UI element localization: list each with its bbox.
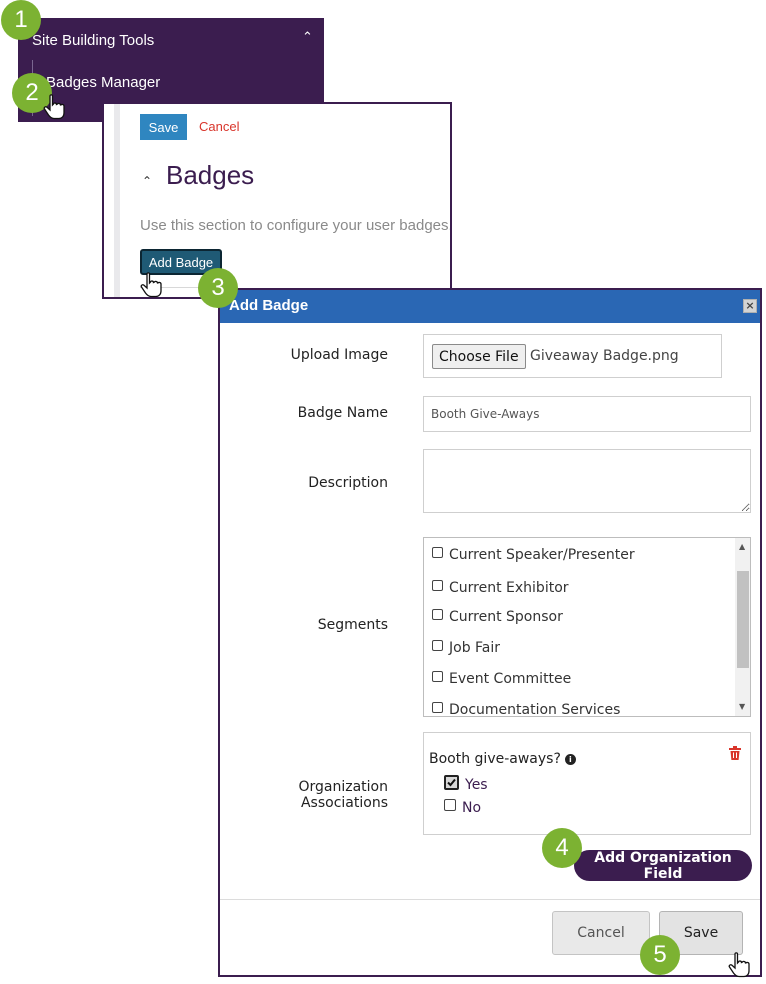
selected-file-name: Giveaway Badge.png xyxy=(530,348,679,364)
question-text: Booth give-aways? xyxy=(429,751,561,767)
scrollbar-thumb[interactable] xyxy=(737,571,749,668)
checkbox-checked[interactable] xyxy=(444,775,459,790)
add-badge-modal: Add Badge × Upload Image Choose File Giv… xyxy=(218,288,762,977)
segment-label: Documentation Services xyxy=(449,702,621,717)
segment-option[interactable]: Current Exhibitor xyxy=(432,580,569,596)
segment-option[interactable]: Current Speaker/Presenter xyxy=(432,547,635,563)
segment-label: Current Exhibitor xyxy=(449,580,569,596)
checkbox[interactable] xyxy=(432,580,443,591)
close-icon[interactable]: × xyxy=(743,299,757,313)
option-no[interactable]: No xyxy=(444,799,481,816)
cancel-button[interactable]: Cancel xyxy=(552,911,650,955)
step-marker-5: 5 xyxy=(640,935,680,975)
menu-item-badges-manager[interactable]: Badges Manager xyxy=(46,74,160,91)
checkbox[interactable] xyxy=(432,671,443,682)
segment-option[interactable]: Job Fair xyxy=(432,640,500,656)
chevron-up-icon[interactable]: ⌃ xyxy=(302,30,313,45)
label-line: Associations xyxy=(300,795,388,811)
step-marker-4: 4 xyxy=(542,828,582,868)
section-title: Badges xyxy=(166,160,255,190)
upload-image-label: Upload Image xyxy=(290,347,388,363)
segment-option[interactable]: Documentation Services xyxy=(432,702,621,717)
badge-name-label: Badge Name xyxy=(297,405,388,421)
checkbox[interactable] xyxy=(444,799,456,811)
hand-cursor-icon xyxy=(43,94,65,120)
checkbox[interactable] xyxy=(432,640,443,651)
organization-field-card: Booth give-aways? i Yes No xyxy=(423,732,751,835)
org-field-question: Booth give-aways? i xyxy=(429,751,576,767)
segments-scrollbar[interactable]: ▲ ▼ xyxy=(735,538,750,716)
menu-title-site-building-tools[interactable]: Site Building Tools xyxy=(32,32,154,49)
option-yes[interactable]: Yes xyxy=(444,775,488,793)
organization-associations-label: Organization Associations xyxy=(298,779,388,811)
cancel-link[interactable]: Cancel xyxy=(199,119,239,134)
trash-icon[interactable] xyxy=(729,746,741,760)
option-label: Yes xyxy=(465,777,488,793)
footer-divider xyxy=(220,899,760,900)
add-organization-field-button[interactable]: Add Organization Field xyxy=(574,850,752,882)
section-description: Use this section to configure your user … xyxy=(140,217,452,234)
segment-label: Event Committee xyxy=(449,671,572,687)
segment-label: Current Speaker/Presenter xyxy=(449,547,635,563)
info-icon[interactable]: i xyxy=(564,754,576,765)
segment-option[interactable]: Event Committee xyxy=(432,671,571,687)
scroll-down-arrow-icon[interactable]: ▼ xyxy=(739,702,745,711)
segment-option[interactable]: Current Sponsor xyxy=(432,609,563,625)
label-line: Organization xyxy=(298,779,388,795)
checkbox[interactable] xyxy=(432,702,443,713)
collapse-caret-icon[interactable]: ⌃ xyxy=(142,174,152,188)
modal-title: Add Badge xyxy=(229,297,309,314)
hand-cursor-icon xyxy=(140,272,162,298)
description-textarea[interactable] xyxy=(423,449,751,513)
section-side-bar xyxy=(114,104,120,297)
file-upload-field: Choose File Giveaway Badge.png xyxy=(423,334,722,378)
description-label: Description xyxy=(308,475,388,491)
segment-label: Current Sponsor xyxy=(449,609,563,625)
segments-label: Segments xyxy=(317,617,388,633)
choose-file-button[interactable]: Choose File xyxy=(432,344,526,369)
step-marker-1: 1 xyxy=(1,0,41,40)
segments-list: Current Speaker/Presenter Current Exhibi… xyxy=(423,537,751,717)
option-label: No xyxy=(462,800,482,816)
segment-label: Job Fair xyxy=(449,640,501,656)
save-button[interactable]: Save xyxy=(140,114,187,140)
checkbox[interactable] xyxy=(432,547,443,558)
modal-header: Add Badge × xyxy=(220,290,760,323)
badges-section-panel: Save Cancel ⌃ Badges Use this section to… xyxy=(102,102,452,299)
scroll-up-arrow-icon[interactable]: ▲ xyxy=(739,542,745,551)
hand-cursor-icon xyxy=(728,952,750,978)
badge-name-input[interactable] xyxy=(423,396,751,432)
step-marker-3: 3 xyxy=(198,268,238,308)
checkbox[interactable] xyxy=(432,609,443,620)
